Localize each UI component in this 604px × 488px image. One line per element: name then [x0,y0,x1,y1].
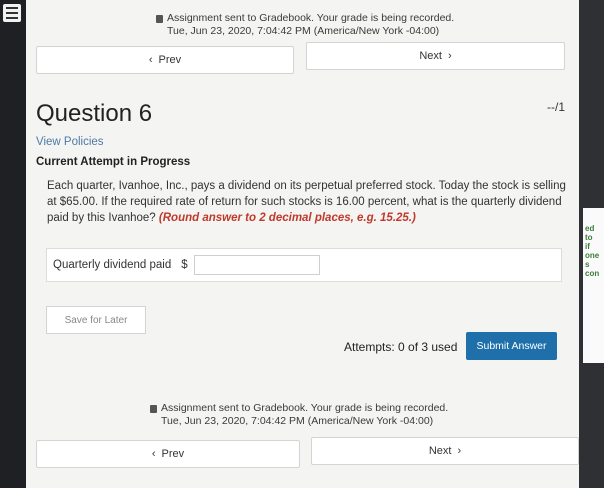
background-text: ed to if one s con [585,224,604,278]
chevron-right-icon: › [457,445,462,457]
gradebook-notice-top: Assignment sent to Gradebook. Your grade… [156,12,454,38]
gradebook-notice-bottom: Assignment sent to Gradebook. Your grade… [150,402,448,428]
submit-answer-button[interactable]: Submit Answer [466,332,557,360]
save-for-later-button[interactable]: Save for Later [46,306,146,334]
prev-button[interactable]: ‹ Prev [36,46,294,74]
background-text-line: if one [585,242,600,260]
question-text: Each quarter, Ivanhoe, Inc., pays a divi… [47,178,567,226]
currency-symbol: $ [181,259,188,271]
background-text-line: s con [585,260,600,278]
background-text-line: ed to [585,224,595,242]
view-policies-link[interactable]: View Policies [36,136,104,148]
prev-label: Prev [158,54,182,66]
prev-button-bottom[interactable]: ‹ Prev [36,440,300,468]
attempts-counter: Attempts: 0 of 3 used [344,340,458,354]
menu-icon[interactable] [3,4,21,22]
chevron-left-icon: ‹ [151,448,156,460]
notice-text: Assignment sent to Gradebook. Your grade… [161,402,449,414]
notice-text: Assignment sent to Gradebook. Your grade… [167,12,455,24]
rounding-hint: (Round answer to 2 decimal places, e.g. … [158,212,416,224]
next-label: Next [428,445,452,457]
lock-icon [150,404,157,413]
next-button[interactable]: Next › [306,42,565,70]
notice-timestamp: Tue, Jun 23, 2020, 7:04:42 PM (America/N… [167,25,440,37]
notice-timestamp: Tue, Jun 23, 2020, 7:04:42 PM (America/N… [161,415,434,427]
chevron-right-icon: › [447,50,452,62]
answer-row: Quarterly dividend paid $ [46,248,562,282]
attempt-status: Current Attempt in Progress [36,156,191,168]
chevron-left-icon: ‹ [148,54,153,66]
prev-label: Prev [161,448,185,460]
next-button-bottom[interactable]: Next › [311,437,579,465]
background-window: ed to if one s con [579,0,604,488]
sidebar-strip [0,0,26,488]
lock-icon [156,14,163,23]
dividend-input[interactable] [193,255,320,275]
question-title: Question 6 [36,100,153,127]
answer-label: Quarterly dividend paid [53,259,172,271]
next-label: Next [419,50,442,62]
question-score: --/1 [547,100,565,114]
question-panel: Assignment sent to Gradebook. Your grade… [26,0,579,488]
